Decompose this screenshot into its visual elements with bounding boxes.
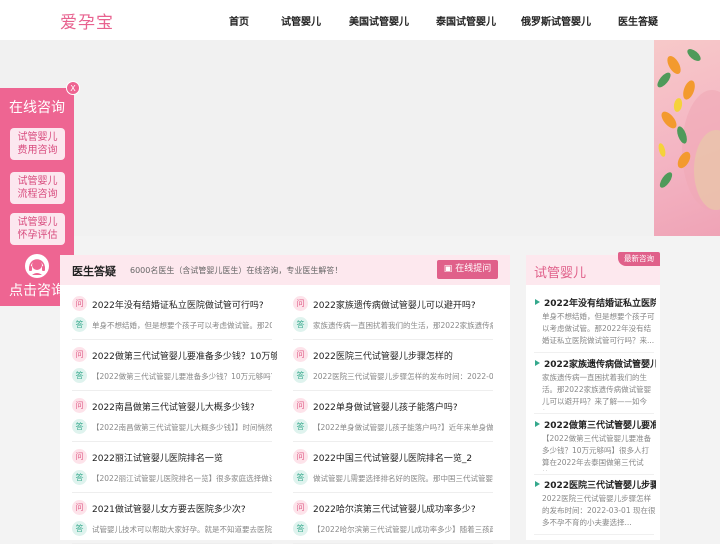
divider: [72, 339, 272, 340]
divider: [293, 339, 493, 340]
triangle-right-icon: [535, 360, 540, 366]
nav-thailand-ivf[interactable]: 泰国试管婴儿: [436, 13, 496, 28]
float-title: 在线咨询: [9, 100, 65, 116]
side-article-link[interactable]: 2022做第三代试管婴儿要准...: [544, 418, 656, 431]
question-link[interactable]: 2022医院三代试管婴儿步骤怎样的: [313, 349, 498, 362]
site-header: 爱孕宝 首页 试管婴儿 美国试管婴儿 泰国试管婴儿 俄罗斯试管婴儿 医生答疑: [0, 0, 720, 40]
answer-badge: 答: [293, 317, 308, 332]
answer-snippet: 试管婴儿技术可以帮助大家好孕。就是不知道要去医院多...: [92, 525, 272, 534]
triangle-right-icon: [535, 299, 540, 305]
side-title: 试管婴儿: [534, 266, 587, 281]
divider: [72, 441, 272, 442]
ask-online-button[interactable]: ▣ 在线提问: [437, 260, 498, 279]
site-logo[interactable]: 爱孕宝: [60, 8, 114, 33]
float-btn-label: 试管婴儿: [17, 132, 58, 143]
float-process-consult-button[interactable]: 试管婴儿 流程咨询: [10, 172, 65, 204]
float-btn-label: 流程咨询: [17, 189, 58, 200]
question-badge: 问: [293, 347, 308, 362]
nav-ivf[interactable]: 试管婴儿: [281, 13, 321, 28]
answer-badge: 答: [72, 368, 87, 383]
divider: [72, 492, 272, 493]
side-article-link[interactable]: 2022年没有结婚证私立医院...: [544, 296, 656, 309]
side-article-link[interactable]: 2022家族遗传病做试管婴儿...: [544, 357, 656, 370]
question-link[interactable]: 2022哈尔滨第三代试管婴儿成功率多少?: [313, 502, 498, 515]
qa-title: 医生答疑: [72, 265, 116, 278]
nav-russia-ivf[interactable]: 俄罗斯试管婴儿: [521, 13, 591, 28]
side-header: 试管婴儿 最新咨询: [526, 252, 660, 285]
divider: [293, 390, 493, 391]
side-article-summary: 单身不想结婚，但是想要个孩子可以考虑做试管。那2022年没有结婚证私立医院做试管…: [542, 312, 655, 345]
qa-header: 医生答疑 6000名医生（含试管婴儿医生）在线咨询，专业医生解答！ ▣ 在线提问: [60, 255, 510, 285]
question-link[interactable]: 2022丽江试管婴儿医院排名一览: [92, 451, 277, 464]
float-btn-label: 费用咨询: [17, 145, 58, 156]
qa-subtitle: 6000名医生（含试管婴儿医生）在线咨询，专业医生解答！: [130, 266, 343, 275]
answer-snippet: 家族遗传病一直困扰着我们的生活，那2022家族遗传病做...: [313, 321, 493, 330]
float-close-icon[interactable]: X: [66, 81, 80, 95]
nav-doctor-qa[interactable]: 医生答疑: [618, 13, 658, 28]
side-article-summary: 家族遗传病一直困扰着我们的生活。那2022家族遗传病做试管婴儿可以避开吗？来了解…: [542, 373, 652, 410]
side-article-summary: 2022医院三代试管婴儿步骤怎样的发布时间：2022-03-01 现在很多不孕不…: [542, 494, 656, 527]
answer-snippet: 【2022单身做试管婴儿孩子能落户吗?】近年来单身做试...: [313, 423, 493, 432]
question-link[interactable]: 2022年没有结婚证私立医院做试管可行吗?: [92, 298, 277, 311]
float-pregnancy-eval-button[interactable]: 试管婴儿 怀孕评估: [10, 213, 65, 245]
consultant-avatar-icon[interactable]: [25, 254, 49, 278]
triangle-right-icon: [535, 481, 540, 487]
divider: [534, 474, 654, 475]
answer-badge: 答: [72, 419, 87, 434]
divider: [72, 390, 272, 391]
float-btn-label: 试管婴儿: [17, 217, 58, 228]
question-badge: 问: [72, 500, 87, 515]
side-article-summary: 【2022做第三代试管婴儿要准备多少钱？10万元够吗】很多人打算在2022年去泰…: [542, 434, 652, 471]
triangle-right-icon: [535, 421, 540, 427]
question-badge: 问: [293, 500, 308, 515]
question-badge: 问: [72, 347, 87, 362]
float-btn-label: 试管婴儿: [17, 176, 58, 187]
answer-badge: 答: [293, 368, 308, 383]
question-link[interactable]: 2022单身做试管婴儿孩子能落户吗?: [313, 400, 498, 413]
question-link[interactable]: 2022家族遗传病做试管婴儿可以避开吗?: [313, 298, 498, 311]
answer-badge: 答: [293, 470, 308, 485]
answer-snippet: 做试管婴儿需要选择排名好的医院。那中国三代试管婴儿...: [313, 474, 493, 483]
float-fee-consult-button[interactable]: 试管婴儿 费用咨询: [10, 128, 65, 160]
ask-online-label: 在线提问: [455, 264, 492, 274]
question-badge: 问: [293, 398, 308, 413]
answer-snippet: 【2022哈尔滨第三代试管婴儿成功率多少】随着三孩政...: [313, 525, 493, 534]
answer-snippet: 【2022南昌做第三代试管婴儿大概多少钱】】时间悄然流...: [92, 423, 272, 432]
question-link[interactable]: 2022南昌做第三代试管婴儿大概多少钱?: [92, 400, 277, 413]
answer-snippet: 单身不想结婚，但是想要个孩子可以考虑做试管。那2022...: [92, 321, 272, 330]
divider: [293, 492, 493, 493]
question-badge: 问: [72, 398, 87, 413]
divider: [534, 352, 654, 353]
latest-consult-badge: 最新咨询: [618, 252, 660, 266]
answer-badge: 答: [72, 470, 87, 485]
answer-badge: 答: [72, 521, 87, 536]
nav-home[interactable]: 首页: [229, 13, 249, 28]
nav-us-ivf[interactable]: 美国试管婴儿: [349, 13, 409, 28]
side-article-link[interactable]: 2022医院三代试管婴儿步骤...: [544, 478, 656, 491]
question-badge: 问: [72, 449, 87, 464]
answer-badge: 答: [293, 419, 308, 434]
banner: [0, 40, 720, 236]
answer-badge: 答: [72, 317, 87, 332]
divider: [534, 413, 654, 414]
answer-snippet: 【2022做第三代试管婴儿要准备多少钱？10万元够吗？】很...: [92, 372, 272, 381]
question-link[interactable]: 2022做第三代试管婴儿要准备多少钱？10万够吗?: [92, 349, 277, 362]
question-badge: 问: [293, 449, 308, 464]
question-link[interactable]: 2022中国三代试管婴儿医院排名一览_2: [313, 451, 498, 464]
chat-icon: ▣: [443, 264, 453, 274]
question-link[interactable]: 2021做试管婴儿女方要去医院多少次?: [92, 502, 277, 515]
answer-snippet: 【2022丽江试管婴儿医院排名一览】很多家庭选择做试管...: [92, 474, 272, 483]
answer-badge: 答: [293, 521, 308, 536]
answer-snippet: 2022医院三代试管婴儿步骤怎样的发布时间：2022-03-01 ...: [313, 372, 493, 381]
float-btn-label: 怀孕评估: [17, 230, 58, 241]
divider: [534, 534, 654, 535]
question-badge: 问: [72, 296, 87, 311]
divider: [293, 441, 493, 442]
question-badge: 问: [293, 296, 308, 311]
banner-illustration: [654, 40, 720, 236]
